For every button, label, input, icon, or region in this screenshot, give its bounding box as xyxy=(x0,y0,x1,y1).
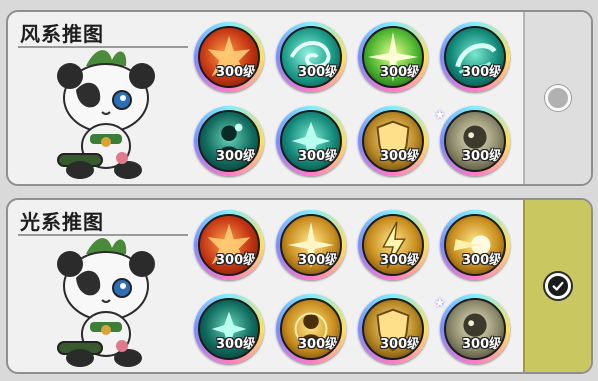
star-icon: ★ xyxy=(434,108,446,123)
radio-unselected-icon[interactable] xyxy=(545,85,571,111)
skill-slot[interactable]: 300级 xyxy=(358,22,428,92)
skill-slot[interactable]: ★ 300级 xyxy=(434,294,510,364)
skill-level: 300级 xyxy=(216,149,257,164)
team-card-wind[interactable]: 风系推图 300级 300级 300级 300级 300级 300级 300级 … xyxy=(6,10,593,186)
skill-level: 300级 xyxy=(216,337,257,352)
panda-character-icon xyxy=(57,238,155,367)
skill-slot[interactable]: 300级 xyxy=(276,22,346,92)
skill-level: 300级 xyxy=(462,65,503,80)
select-column[interactable] xyxy=(523,12,591,184)
select-column[interactable] xyxy=(523,200,591,372)
skill-grid: 300级 300级 300级 300级 300级 300级 300级 ★ 300… xyxy=(194,22,524,182)
team-title: 光系推图 xyxy=(20,210,104,234)
checkmark-icon xyxy=(552,281,564,291)
skill-level: 300级 xyxy=(298,253,339,268)
skill-slot[interactable]: 300级 xyxy=(440,22,510,92)
skill-level: 300级 xyxy=(298,337,339,352)
skill-level: 300级 xyxy=(462,149,503,164)
skill-slot[interactable]: ★ 300级 xyxy=(434,106,510,176)
skill-slot[interactable]: 300级 xyxy=(194,22,264,92)
skill-slot[interactable]: 300级 xyxy=(194,210,264,280)
skill-slot[interactable]: 300级 xyxy=(358,106,428,176)
skill-slot[interactable]: 300级 xyxy=(194,294,264,364)
skill-slot[interactable]: 300级 xyxy=(276,210,346,280)
team-card-light[interactable]: 光系推图 300级 300级 300级 300级 300级 300级 300级 … xyxy=(6,198,593,374)
skill-level: 300级 xyxy=(216,253,257,268)
skill-level: 300级 xyxy=(298,149,339,164)
skill-level: 300级 xyxy=(216,65,257,80)
radio-checked-icon[interactable] xyxy=(545,273,571,299)
skill-level: 300级 xyxy=(380,65,421,80)
skill-level: 300级 xyxy=(462,337,503,352)
skill-slot[interactable]: 300级 xyxy=(194,106,264,176)
skill-slot[interactable]: 300级 xyxy=(358,294,428,364)
skill-level: 300级 xyxy=(380,149,421,164)
skill-slot[interactable]: 300级 xyxy=(276,294,346,364)
skill-slot[interactable]: 300级 xyxy=(358,210,428,280)
skill-level: 300级 xyxy=(298,65,339,80)
star-icon: ★ xyxy=(434,296,446,311)
skill-slot[interactable]: 300级 xyxy=(276,106,346,176)
skill-level: 300级 xyxy=(462,253,503,268)
skill-slot[interactable]: 300级 xyxy=(440,210,510,280)
skill-level: 300级 xyxy=(380,337,421,352)
skill-level: 300级 xyxy=(380,253,421,268)
skill-grid: 300级 300级 300级 300级 300级 300级 300级 ★ 300… xyxy=(194,210,524,370)
panda-character-icon xyxy=(57,50,155,179)
team-title: 风系推图 xyxy=(20,22,104,46)
